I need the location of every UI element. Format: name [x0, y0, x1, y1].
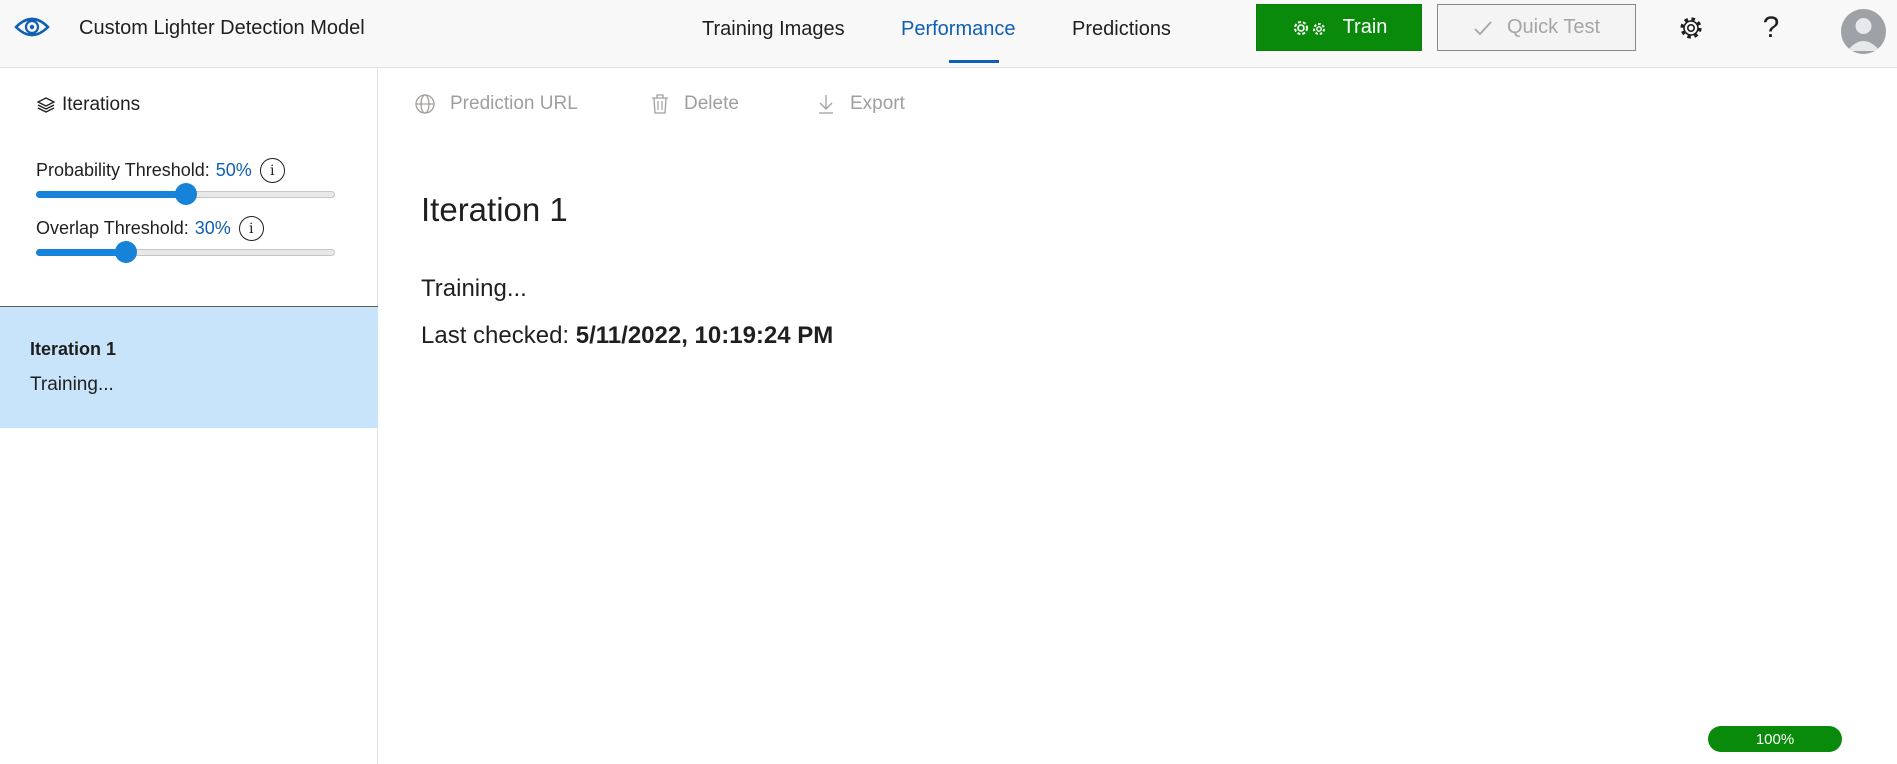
prediction-url-button[interactable]: Prediction URL [414, 93, 578, 115]
app-title: Custom Lighter Detection Model [79, 17, 365, 39]
layers-icon [36, 97, 56, 113]
iteration-title: Iteration 1 [421, 191, 568, 228]
user-avatar-icon[interactable] [1841, 9, 1886, 54]
delete-button[interactable]: Delete [650, 93, 739, 115]
settings-gear-icon[interactable] [1677, 14, 1705, 42]
top-header: Custom Lighter Detection Model Training … [0, 0, 1897, 68]
train-button-label: Train [1342, 16, 1388, 38]
iterations-heading-label: Iterations [62, 94, 141, 115]
quick-test-label: Quick Test [1507, 16, 1600, 38]
help-icon[interactable]: ? [1757, 11, 1785, 44]
tab-performance[interactable]: Performance [901, 18, 1016, 41]
globe-icon [415, 94, 435, 114]
slider-fill [36, 191, 186, 198]
probability-threshold-value: 50% [215, 160, 252, 180]
tab-predictions[interactable]: Predictions [1072, 18, 1171, 41]
iterations-sidebar: Iterations Probability Threshold: 50% i … [0, 68, 378, 764]
training-status: Training... [421, 275, 527, 302]
probability-threshold-label: Probability Threshold: 50% i [36, 158, 285, 183]
iteration-name: Iteration 1 [30, 339, 117, 359]
slider-thumb[interactable] [174, 183, 197, 205]
slider-thumb[interactable] [114, 241, 137, 263]
export-label: Export [850, 93, 905, 114]
iterations-heading: Iterations [36, 94, 140, 116]
export-button[interactable]: Export [816, 93, 905, 115]
download-icon [819, 95, 833, 114]
overlap-threshold-text: Overlap Threshold: [36, 218, 189, 238]
iteration-list-item[interactable]: Iteration 1 Training... [0, 307, 378, 428]
last-checked-value: 5/11/2022, 10:19:24 PM [575, 322, 834, 349]
overlap-threshold-slider[interactable] [36, 241, 335, 263]
eye-logo-icon[interactable] [14, 13, 50, 41]
active-tab-indicator [949, 60, 999, 63]
overlap-info-icon[interactable]: i [238, 216, 264, 241]
checkmark-icon [1474, 20, 1492, 35]
quick-test-button[interactable]: Quick Test [1437, 4, 1636, 51]
overlap-threshold-label: Overlap Threshold: 30% i [36, 216, 264, 241]
slider-fill [36, 249, 126, 256]
delete-label: Delete [684, 93, 739, 114]
prediction-url-label: Prediction URL [450, 93, 578, 114]
last-checked-label: Last checked: [421, 322, 570, 349]
overlap-threshold-value: 30% [194, 218, 231, 238]
probability-info-icon[interactable]: i [259, 158, 285, 183]
iteration-status: Training... [30, 374, 114, 395]
help-label: ? [1762, 11, 1780, 44]
probability-threshold-text: Probability Threshold: [36, 160, 210, 180]
last-checked: Last checked: 5/11/2022, 10:19:24 PM [421, 322, 833, 350]
trash-icon [652, 94, 668, 114]
gears-icon [1293, 20, 1325, 35]
train-button[interactable]: Train [1256, 4, 1422, 51]
probability-threshold-slider[interactable] [36, 183, 335, 205]
zoom-level-badge: 100% [1708, 726, 1842, 752]
tab-training-images[interactable]: Training Images [702, 18, 845, 41]
